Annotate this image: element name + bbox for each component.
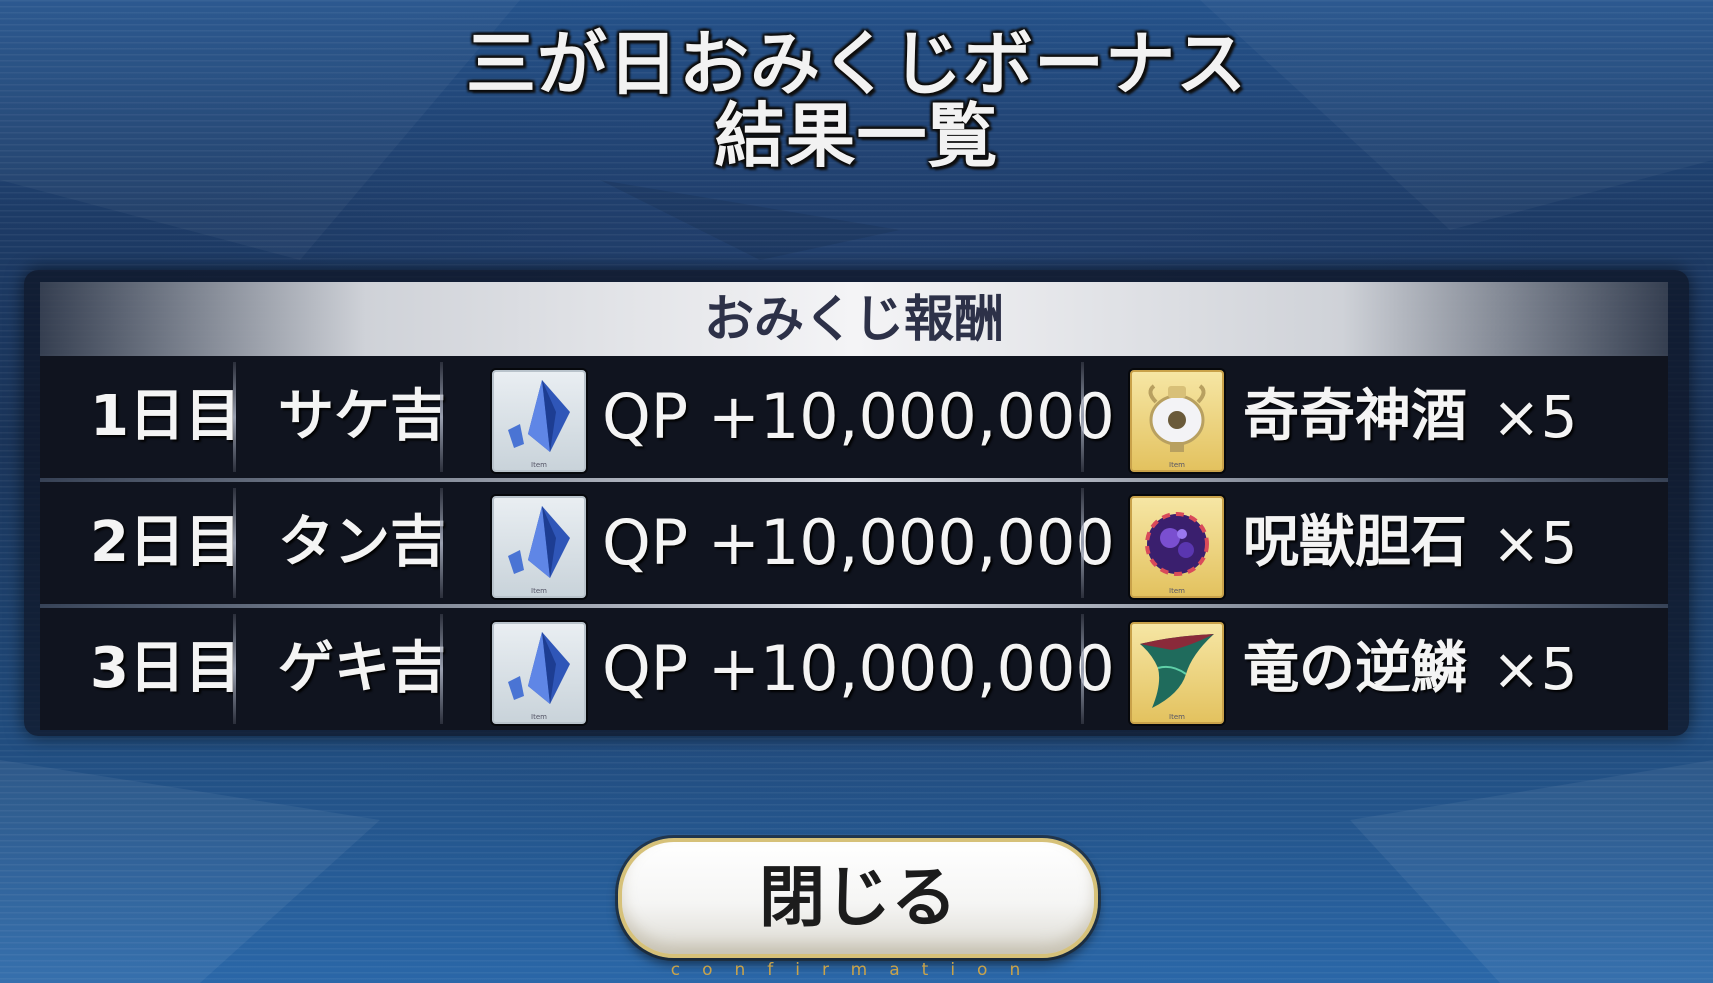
day-label: 1日目 xyxy=(90,384,241,449)
icon-item-tag: Item xyxy=(1169,587,1185,595)
qp-reward-text: QP +10,000,000 xyxy=(602,380,1115,453)
column-divider xyxy=(1081,488,1084,598)
panel-header: おみくじ報酬 xyxy=(40,282,1668,356)
divine-wine-icon: Item xyxy=(1130,370,1224,472)
fortune-label: タン吉 xyxy=(278,510,446,575)
column-divider xyxy=(1081,614,1084,724)
title-line-1: 三が日おみくじボーナス xyxy=(466,23,1247,105)
column-divider xyxy=(233,488,236,598)
qp-crystal-icon: Item xyxy=(492,496,586,598)
fortune-label: ゲキ吉 xyxy=(278,636,446,701)
close-button[interactable]: 閉じる xyxy=(618,838,1098,958)
day-label: 2日目 xyxy=(90,510,241,575)
icon-item-tag: Item xyxy=(1169,461,1185,469)
item-name-label: 呪獣胆石 xyxy=(1243,510,1467,575)
qp-crystal-icon: Item xyxy=(492,370,586,472)
dragon-reverse-scale-icon: Item xyxy=(1130,622,1224,724)
page-title: 三が日おみくじボーナス 結果一覧 xyxy=(0,28,1713,172)
item-quantity: ×5 xyxy=(1492,383,1578,451)
reward-row: 3日目 ゲキ吉 Item QP +10,000,000 Item 竜の逆鱗 ×5 xyxy=(40,608,1668,730)
column-divider xyxy=(440,614,443,724)
qp-reward-text: QP +10,000,000 xyxy=(602,632,1115,705)
icon-item-tag: Item xyxy=(531,587,547,595)
qp-crystal-icon: Item xyxy=(492,622,586,724)
item-name-label: 竜の逆鱗 xyxy=(1243,636,1467,701)
close-button-label: 閉じる xyxy=(759,859,957,936)
omikuji-result-screen: 三が日おみくじボーナス 結果一覧 おみくじ報酬 1日目 サケ吉 Item QP … xyxy=(0,0,1713,983)
column-divider xyxy=(1081,362,1084,472)
column-divider xyxy=(440,488,443,598)
qp-reward-text: QP +10,000,000 xyxy=(602,506,1115,579)
title-line-2: 結果一覧 xyxy=(714,95,999,177)
day-label: 3日目 xyxy=(90,636,241,701)
column-divider xyxy=(233,614,236,724)
fortune-label: サケ吉 xyxy=(278,384,446,449)
icon-item-tag: Item xyxy=(1169,713,1185,721)
close-button-sublabel: confirmation xyxy=(670,960,1043,980)
cursed-beast-gallstone-icon: Item xyxy=(1130,496,1224,598)
item-quantity: ×5 xyxy=(1492,635,1578,703)
icon-item-tag: Item xyxy=(531,461,547,469)
reward-panel: おみくじ報酬 1日目 サケ吉 Item QP +10,000,000 Item … xyxy=(24,270,1689,736)
item-name-label: 奇奇神酒 xyxy=(1243,384,1467,449)
column-divider xyxy=(233,362,236,472)
reward-row: 1日目 サケ吉 Item QP +10,000,000 Item 奇奇神酒 ×5 xyxy=(40,356,1668,478)
item-quantity: ×5 xyxy=(1492,509,1578,577)
icon-item-tag: Item xyxy=(531,713,547,721)
reward-row: 2日目 タン吉 Item QP +10,000,000 Item 呪獣胆石 ×5 xyxy=(40,482,1668,604)
column-divider xyxy=(440,362,443,472)
panel-header-label: おみくじ報酬 xyxy=(704,290,1004,348)
